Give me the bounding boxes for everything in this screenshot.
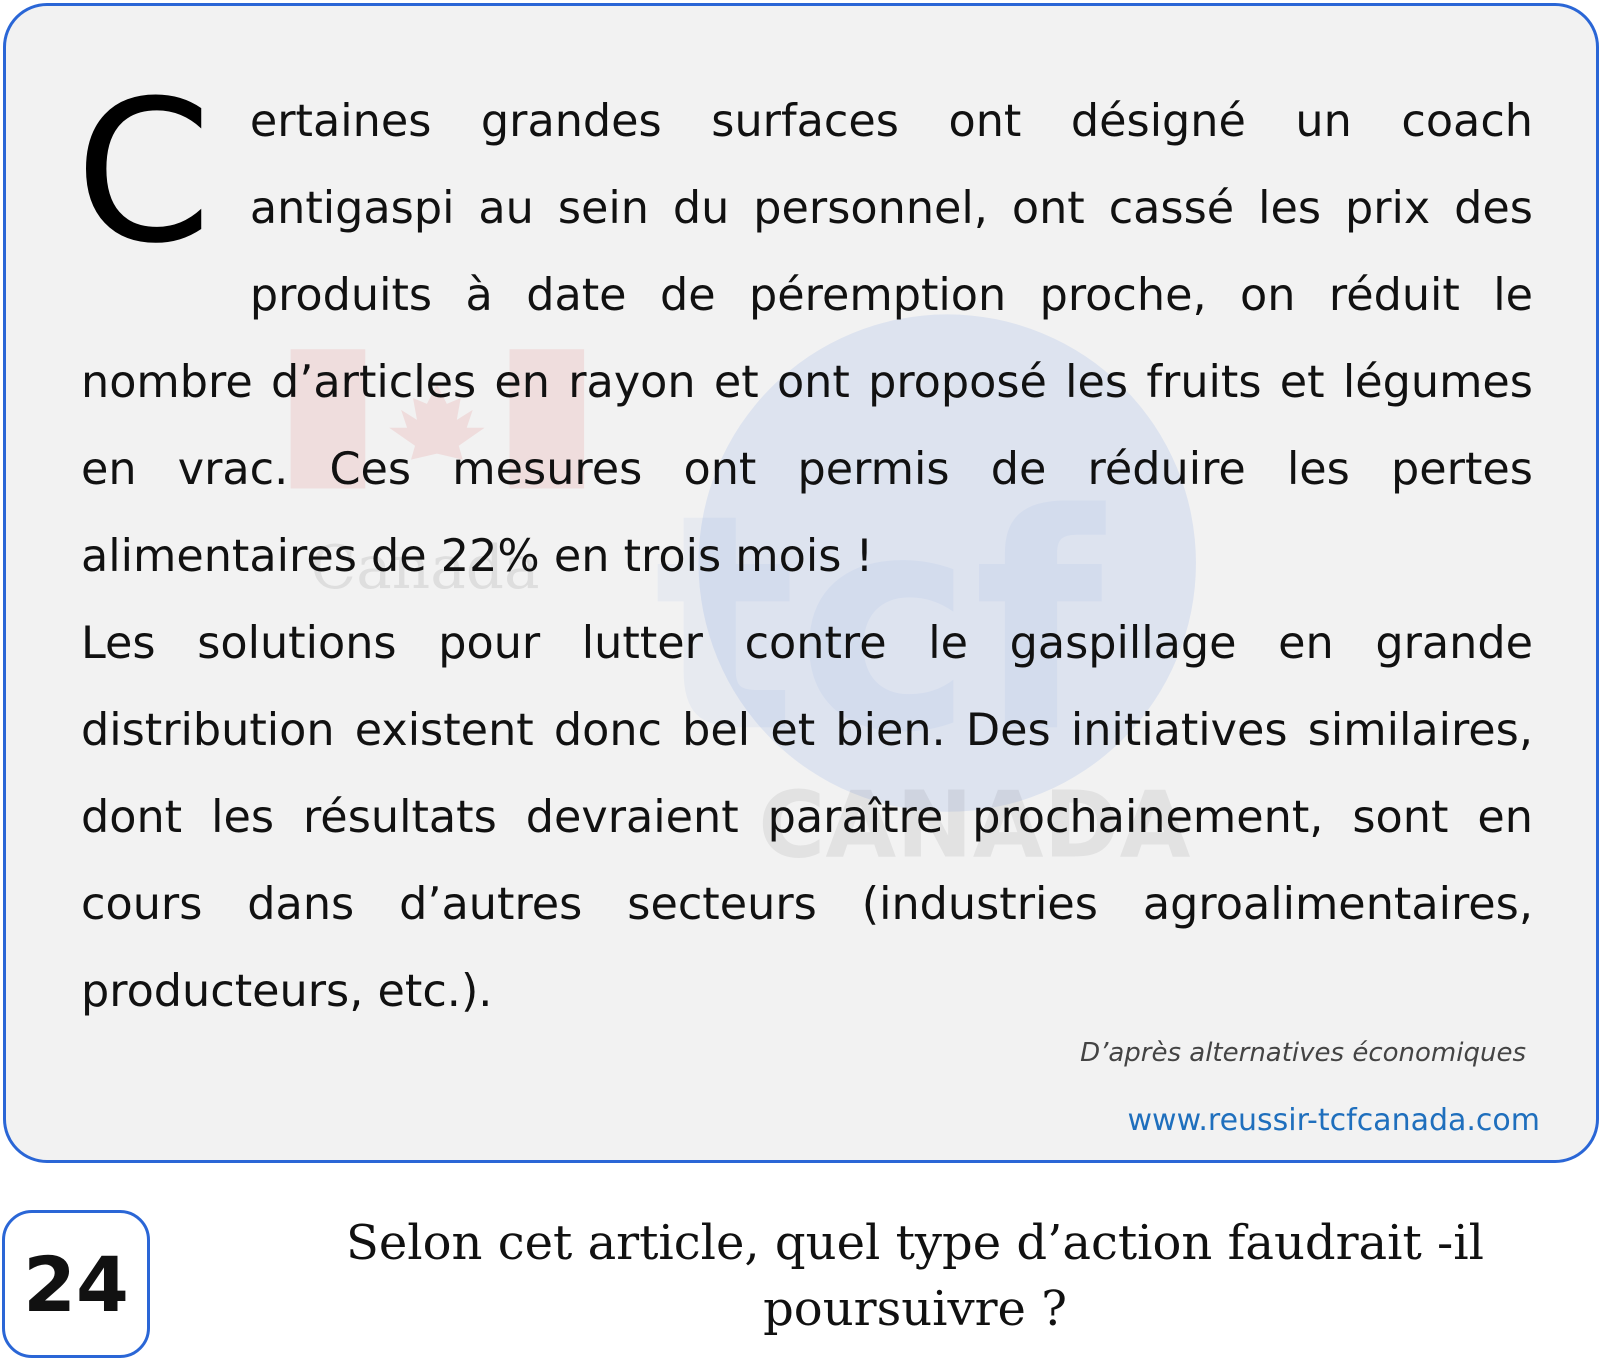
article-card: Canada tcf CANADA Certaines grandes surf… — [3, 3, 1599, 1163]
article-body: Certaines grandes surfaces ont désigné u… — [75, 75, 1533, 1035]
article-paragraph-1: Certaines grandes surfaces ont désigné u… — [75, 75, 1533, 600]
question-number-badge: 24 — [2, 1210, 150, 1358]
drop-cap: C — [75, 59, 212, 287]
article-source: D’après alternatives économiques — [1080, 1038, 1526, 1068]
article-paragraph-2: Les solutions pour lutter contre le gasp… — [81, 618, 1533, 1017]
question-text: Selon cet article, quel type d’action fa… — [346, 1215, 1484, 1337]
paragraph-1-text: ertaines grandes surfaces ont désigné un… — [81, 96, 1533, 582]
website-link[interactable]: www.reussir-tcfcanada.com — [1128, 1103, 1541, 1138]
